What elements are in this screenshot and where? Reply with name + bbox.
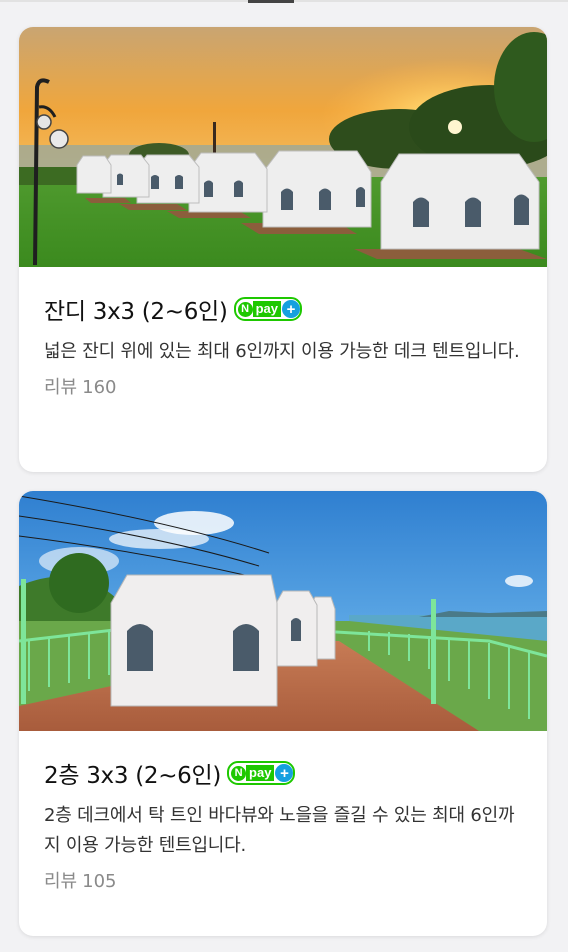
npay-plus-badge: N pay + [233, 297, 302, 321]
room-photo [19, 491, 547, 731]
npay-n-logo: N [231, 765, 247, 781]
review-label: 리뷰 [44, 871, 78, 892]
room-title: 2층 3x3 (2~6인) [44, 763, 222, 789]
plus-icon: + [275, 764, 294, 782]
npay-n-logo: N [237, 301, 253, 317]
active-tab-indicator [248, 0, 294, 3]
room-card[interactable]: 잔디 3x3 (2~6인) N pay + 넓은 잔디 위에 있는 최대 6인까… [19, 27, 547, 472]
review-label: 리뷰 [44, 377, 78, 398]
npay-pay-label: pay [246, 765, 275, 781]
room-photo [19, 27, 547, 267]
review-number: 160 [82, 377, 117, 398]
room-description: 2층 데크에서 탁 트인 바다뷰와 노을을 즐길 수 있는 최대 6인까지 이용… [44, 805, 515, 856]
plus-icon: + [281, 300, 300, 318]
review-number: 105 [82, 871, 117, 892]
room-title: 잔디 3x3 (2~6인) [44, 299, 228, 325]
review-count: 리뷰 160 [44, 373, 522, 399]
npay-plus-badge: N pay + [227, 761, 296, 785]
room-description: 넓은 잔디 위에 있는 최대 6인까지 이용 가능한 데크 텐트입니다. [44, 341, 520, 362]
npay-pay-label: pay [252, 301, 281, 317]
room-card[interactable]: 2층 3x3 (2~6인) N pay + 2층 데크에서 탁 트인 바다뷰와 … [19, 491, 547, 936]
review-count: 리뷰 105 [44, 867, 522, 893]
